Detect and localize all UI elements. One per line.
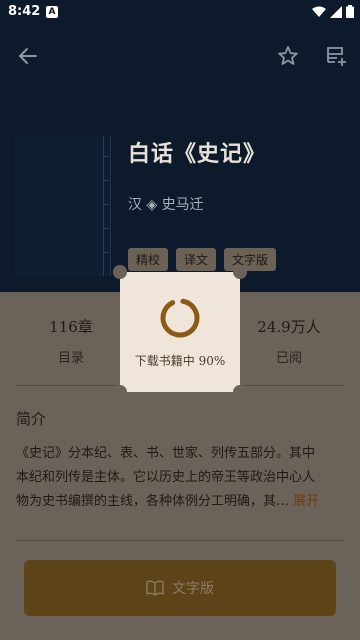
tag-yiwen: 译文 <box>176 248 217 271</box>
expand-link[interactable]: 展开 <box>293 494 319 509</box>
battery-icon <box>346 5 354 18</box>
download-status-text: 下载书籍中 90% <box>134 354 226 368</box>
status-time: 8:42 <box>8 4 41 19</box>
wifi-icon <box>312 6 326 17</box>
tag-jingjiao: 精校 <box>128 248 169 271</box>
book-author[interactable]: 汉 ◈ 史马迁 <box>128 194 204 214</box>
chapter-count: 116章 <box>49 318 93 336</box>
notification-icon: A <box>46 6 58 18</box>
star-icon[interactable] <box>274 42 302 70</box>
tag-wenziban: 文字版 <box>224 248 277 271</box>
stat-chapters[interactable]: 116章 目录 <box>16 316 126 366</box>
status-bar: 8:42 A <box>0 0 360 24</box>
stat-readers: 24.9万人 已阅 <box>234 316 344 366</box>
read-button-label: 文字版 <box>172 581 214 597</box>
book-cover[interactable] <box>15 136 111 276</box>
intro-text: 《史记》分本纪、表、书、世家、列传五部分。其中 本纪和列传是主体。它以历史上的帝… <box>16 442 346 514</box>
catalog-label: 目录 <box>57 351 84 366</box>
divider <box>16 540 344 541</box>
book-header: 8:42 A 白话《史记》 汉 ◈ 史马迁 精校 译文 文字版 <box>0 0 360 292</box>
back-arrow-icon[interactable] <box>14 42 42 70</box>
book-tags: 精校 译文 文字版 <box>128 248 277 271</box>
intro-line: 《史记》分本纪、表、书、世家、列传五部分。其中 <box>16 446 316 461</box>
readers-label: 已阅 <box>275 351 302 366</box>
add-to-shelf-icon[interactable] <box>322 42 350 70</box>
status-icons <box>312 5 354 18</box>
intro-line: 本纪和列传是主体。它以历史上的帝王等政治中心人 <box>16 470 316 485</box>
reader-count: 24.9万人 <box>257 318 321 336</box>
read-button[interactable]: 文字版 <box>24 560 336 616</box>
book-title: 白话《史记》 <box>128 141 267 167</box>
book-icon <box>146 580 164 596</box>
download-progress-dialog: 下载书籍中 90% <box>113 265 247 399</box>
intro-heading: 简介 <box>16 410 47 428</box>
signal-icon <box>330 5 342 18</box>
intro-line: 物为史书编撰的主线，各种体例分工明确，其… 展开 <box>16 494 320 509</box>
loading-spinner-icon <box>160 298 200 338</box>
